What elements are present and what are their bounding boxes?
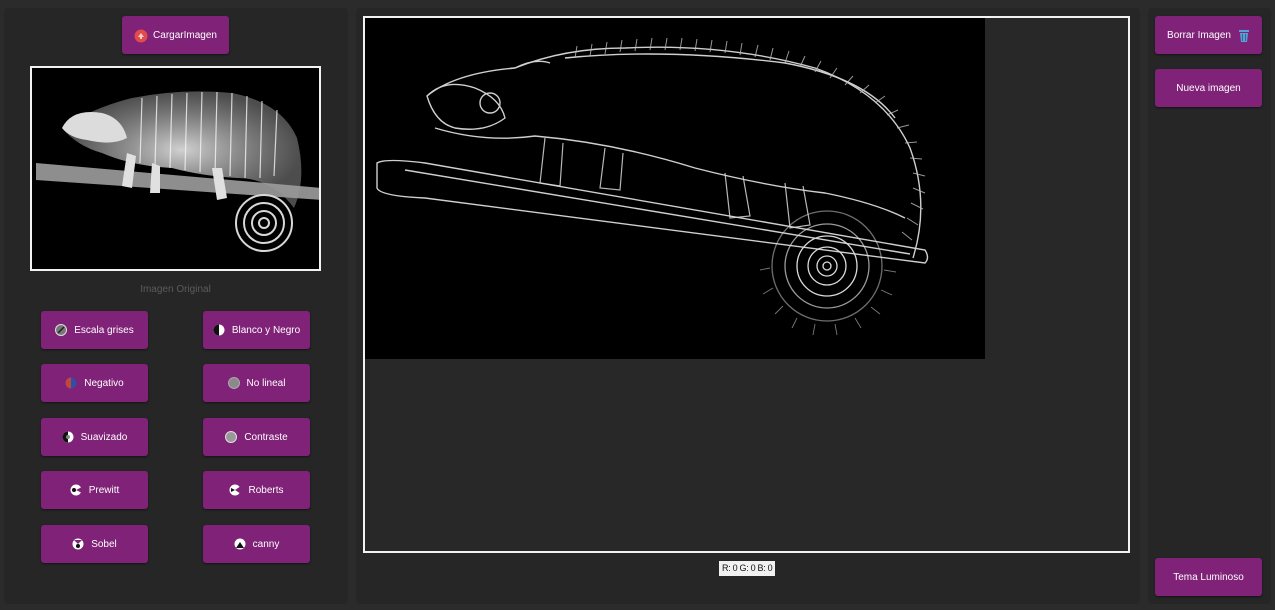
nonlinear-button[interactable]: No lineal [203, 364, 310, 402]
grayscale-button[interactable]: Escala grises [41, 311, 148, 349]
canny-label: canny [252, 538, 280, 550]
light-theme-label: Tema Luminoso [1173, 571, 1244, 583]
roberts-label: Roberts [248, 484, 284, 496]
rgb-readout: R: 0 G: 0 B: 0 [719, 561, 776, 576]
roberts-button[interactable]: Roberts [203, 471, 310, 509]
trash-icon [1238, 29, 1250, 42]
edge-detected-image [365, 18, 985, 359]
black-white-label: Blanco y Negro [231, 324, 301, 336]
grayscale-icon [55, 324, 68, 336]
new-image-button[interactable]: Nueva imagen [1155, 69, 1262, 107]
prewitt-icon [70, 484, 82, 496]
delete-image-label: Borrar Imagen [1167, 29, 1231, 41]
contrast-label: Contraste [244, 431, 288, 443]
center-panel: R: 0 G: 0 B: 0 [356, 8, 1140, 604]
original-image-caption: Imagen Original [140, 284, 211, 295]
negative-label: Negativo [84, 377, 124, 389]
load-image-button[interactable]: CargarImagen [122, 16, 229, 54]
new-image-label: Nueva imagen [1176, 82, 1241, 94]
nonlinear-label: No lineal [246, 377, 286, 389]
light-theme-button[interactable]: Tema Luminoso [1155, 558, 1262, 596]
sobel-label: Sobel [91, 538, 117, 550]
prewitt-label: Prewitt [88, 484, 120, 496]
smoothing-button[interactable]: Suavizado [41, 418, 148, 456]
load-image-icon [134, 29, 148, 43]
black-white-icon [213, 324, 225, 336]
delete-image-button[interactable]: Borrar Imagen [1155, 16, 1262, 54]
canny-button[interactable]: canny [203, 525, 310, 563]
negative-button[interactable]: Negativo [41, 364, 148, 402]
grayscale-label: Escala grises [74, 324, 134, 336]
nonlinear-icon [227, 377, 240, 389]
original-image-thumbnail [30, 66, 321, 271]
left-panel: CargarImagen Imagen Original Escala gris… [4, 8, 348, 604]
smoothing-icon [62, 431, 74, 443]
contrast-button[interactable]: Contraste [203, 418, 310, 456]
processed-image-canvas[interactable] [363, 16, 1130, 553]
contrast-icon [225, 431, 238, 443]
roberts-icon [229, 484, 242, 496]
smoothing-label: Suavizado [80, 431, 128, 443]
canny-icon [234, 538, 246, 550]
load-image-label: CargarImagen [153, 29, 217, 41]
black-white-button[interactable]: Blanco y Negro [203, 311, 310, 349]
sobel-icon [72, 538, 84, 550]
prewitt-button[interactable]: Prewitt [41, 471, 148, 509]
right-panel: Borrar Imagen Nueva imagen Tema Luminoso [1148, 8, 1271, 604]
negative-icon [65, 377, 77, 389]
sobel-button[interactable]: Sobel [41, 525, 148, 563]
